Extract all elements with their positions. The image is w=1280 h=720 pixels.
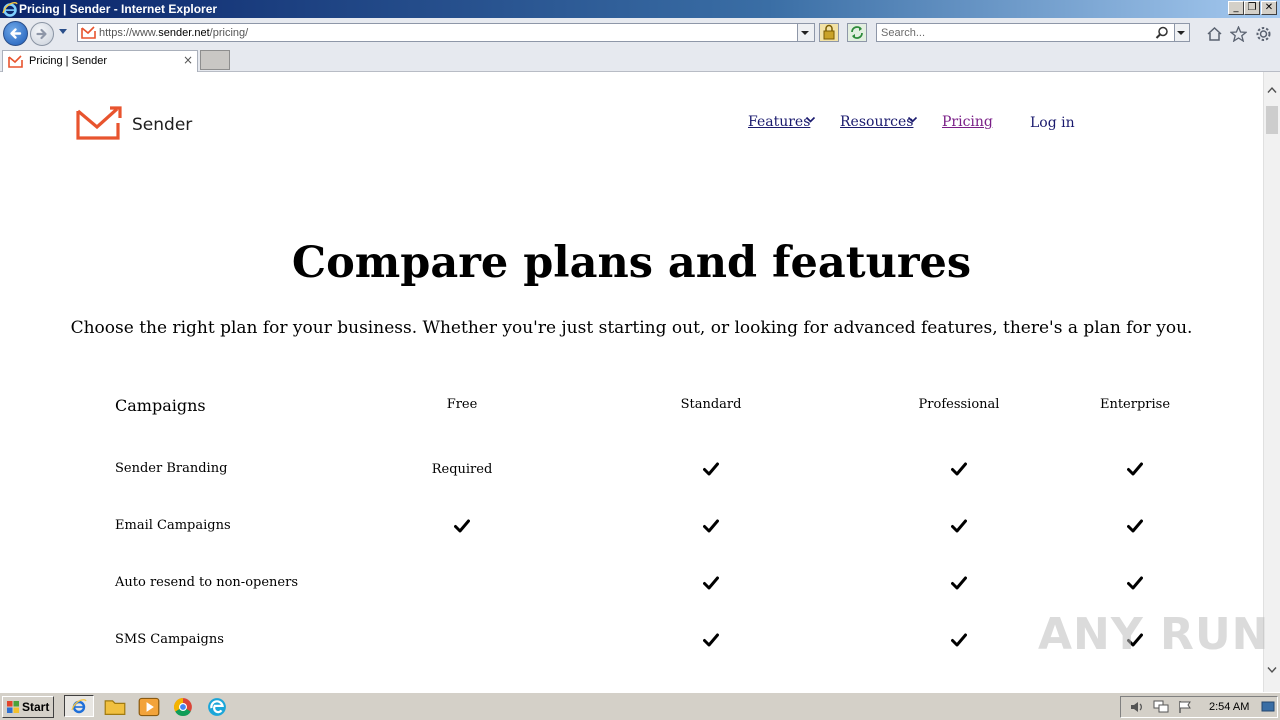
page-title: Compare plans and features — [291, 238, 972, 288]
nav-resources-link[interactable]: Resources — [840, 113, 913, 131]
url-path: /pricing/ — [209, 27, 249, 39]
taskbar-ie-button[interactable] — [64, 695, 94, 717]
page-subtitle: Choose the right plan for your business.… — [70, 318, 1193, 338]
chevron-down-icon[interactable] — [907, 116, 918, 124]
refresh-icon — [851, 26, 863, 39]
system-tray: 2:54 AM — [1120, 696, 1278, 718]
back-arrow-icon — [10, 28, 22, 39]
search-icon[interactable] — [1155, 26, 1169, 40]
address-bar-row: https://www.sender.net/pricing/ Search..… — [0, 18, 1280, 48]
feature-label: Email Campaigns — [115, 518, 231, 533]
scroll-thumb[interactable] — [1266, 106, 1278, 134]
tab-close-button[interactable]: × — [183, 54, 193, 67]
url-prefix: https://www. — [99, 27, 159, 39]
chevron-down-icon — [1177, 31, 1185, 35]
sender-logo-icon[interactable] — [76, 105, 124, 141]
gear-icon[interactable] — [1255, 26, 1272, 42]
checkmark-icon — [703, 519, 719, 533]
checkmark-icon — [703, 462, 719, 476]
address-url: https://www.sender.net/pricing/ — [99, 26, 248, 40]
checkmark-icon — [951, 633, 967, 647]
network-icon[interactable] — [1153, 700, 1169, 714]
compatibility-refresh-button[interactable] — [847, 23, 867, 42]
sender-favicon-icon — [8, 55, 23, 68]
forward-arrow-icon — [36, 28, 47, 40]
checkmark-icon — [1127, 462, 1143, 476]
nav-features-link[interactable]: Features — [748, 113, 810, 131]
feature-label: SMS Campaigns — [115, 632, 224, 647]
search-input[interactable]: Search... — [876, 23, 1190, 42]
feature-label: Sender Branding — [115, 461, 228, 476]
chrome-icon[interactable] — [172, 697, 194, 717]
ie-icon — [71, 699, 87, 714]
security-lock-button[interactable] — [819, 23, 839, 42]
checkmark-icon — [1127, 576, 1143, 590]
checkmark-icon — [951, 576, 967, 590]
section-title-campaigns: Campaigns — [115, 396, 206, 415]
ie-logo-icon — [2, 2, 18, 17]
plan-header-free: Free — [446, 397, 478, 412]
url-host: sender.net — [158, 27, 210, 39]
close-window-button[interactable]: ✕ — [1261, 1, 1277, 15]
file-explorer-icon[interactable] — [104, 697, 126, 717]
nav-pricing-link[interactable]: Pricing — [942, 113, 993, 131]
favorites-star-icon[interactable] — [1230, 26, 1247, 42]
back-button[interactable] — [3, 21, 28, 46]
checkmark-icon — [454, 519, 470, 533]
free-plan-value: Required — [431, 462, 493, 477]
scroll-down-arrow-icon[interactable] — [1267, 666, 1277, 674]
forward-button[interactable] — [30, 22, 54, 46]
minimize-button[interactable]: _ — [1228, 1, 1244, 15]
chevron-down-icon[interactable] — [805, 116, 816, 124]
window-title: Pricing | Sender - Internet Explorer — [19, 2, 218, 16]
start-label: Start — [22, 700, 50, 714]
plan-header-standard: Standard — [680, 397, 742, 412]
scroll-up-arrow-icon[interactable] — [1267, 86, 1277, 94]
start-button[interactable]: Start — [2, 696, 54, 718]
checkmark-icon — [1127, 519, 1143, 533]
tab-label: Pricing | Sender — [29, 55, 108, 67]
edge-icon[interactable] — [206, 697, 228, 717]
checkmark-icon — [703, 633, 719, 647]
new-tab-button[interactable] — [200, 50, 230, 70]
chevron-down-icon — [801, 31, 809, 35]
anyrun-watermark: ANY RUN — [1038, 609, 1270, 660]
feature-label: Auto resend to non-openers — [115, 575, 298, 590]
restore-button[interactable]: ❐ — [1244, 1, 1260, 15]
show-desktop-icon[interactable] — [1261, 700, 1275, 714]
action-center-flag-icon[interactable] — [1177, 700, 1193, 714]
speaker-icon[interactable] — [1129, 700, 1145, 714]
logo-text[interactable]: Sender — [132, 115, 192, 135]
recent-pages-dropdown-icon[interactable] — [58, 28, 68, 36]
home-icon[interactable] — [1206, 26, 1223, 42]
tab-pricing-sender[interactable]: Pricing | Sender × — [2, 50, 198, 72]
search-placeholder: Search... — [881, 27, 926, 39]
window-title-bar: Pricing | Sender - Internet Explorer _ ❐… — [0, 0, 1280, 18]
sender-favicon-icon — [81, 26, 96, 39]
media-player-icon[interactable] — [138, 697, 160, 717]
address-input[interactable]: https://www.sender.net/pricing/ — [77, 23, 815, 42]
lock-icon — [823, 24, 835, 40]
checkmark-icon — [951, 519, 967, 533]
taskbar-clock: 2:54 AM — [1209, 701, 1250, 713]
tab-strip: Pricing | Sender × — [0, 48, 1280, 72]
address-dropdown-button[interactable] — [797, 24, 814, 41]
checkmark-icon — [951, 462, 967, 476]
windows-logo-icon — [7, 701, 19, 713]
taskbar: Start 2:54 AM — [0, 692, 1280, 720]
web-page: Sender Features Resources Pricing Log in… — [0, 72, 1263, 692]
vertical-scrollbar[interactable] — [1263, 72, 1280, 692]
plan-header-enterprise: Enterprise — [1099, 397, 1171, 412]
search-provider-dropdown[interactable] — [1174, 24, 1189, 41]
checkmark-icon — [703, 576, 719, 590]
login-link[interactable]: Log in — [1030, 114, 1075, 132]
plan-header-professional: Professional — [918, 397, 1000, 412]
